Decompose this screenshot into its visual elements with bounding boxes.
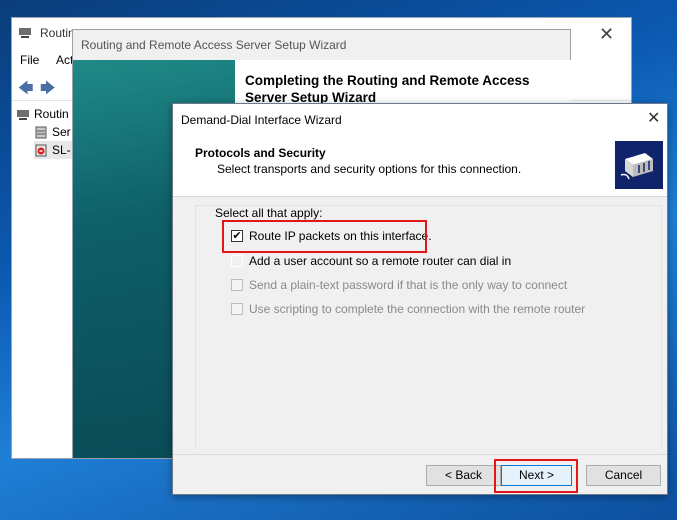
server-down-icon — [35, 144, 47, 156]
header-subtitle: Select transports and security options f… — [217, 162, 522, 176]
wizard-header: Protocols and Security Select transports… — [173, 134, 667, 197]
button-separator — [173, 454, 667, 455]
network-connector-icon — [615, 141, 663, 189]
option-add-user-account[interactable]: Add a user account so a remote router ca… — [231, 254, 511, 268]
demand-dial-wizard-dialog: Demand-Dial Interface Wizard ✕ Protocols… — [172, 103, 668, 495]
option-use-scripting: Use scripting to complete the connection… — [231, 302, 585, 316]
setup-wizard-headline: Completing the Routing and Remote Access… — [245, 73, 530, 105]
plain-text-password-checkbox — [231, 279, 243, 291]
close-icon[interactable]: ✕ — [599, 24, 614, 45]
highlight-box-route-ip — [222, 220, 427, 253]
console-tree: Routin Ser SL- — [12, 101, 72, 460]
highlight-box-next — [494, 459, 578, 493]
server-icon — [35, 126, 47, 138]
console-title: Routin — [40, 26, 75, 40]
router-icon — [17, 109, 29, 120]
back-button[interactable]: < Back — [426, 465, 501, 486]
cancel-button[interactable]: Cancel — [586, 465, 661, 486]
header-title: Protocols and Security — [195, 146, 326, 160]
menu-file[interactable]: File — [20, 53, 39, 67]
select-all-label: Select all that apply: — [215, 206, 323, 220]
use-scripting-checkbox — [231, 303, 243, 315]
menu-action[interactable]: Act — [56, 53, 73, 67]
tree-item-root[interactable]: Routin — [16, 105, 69, 123]
option-plain-text-password: Send a plain-text password if that is th… — [231, 278, 567, 292]
close-icon[interactable]: ✕ — [647, 108, 660, 128]
setup-wizard-title: Routing and Remote Access Server Setup W… — [81, 38, 347, 52]
tree-item-sl-server[interactable]: SL- — [34, 141, 72, 159]
back-arrow-icon[interactable]: 🡄 — [18, 78, 34, 103]
tree-item-server-status[interactable]: Ser — [34, 123, 71, 141]
dialog-title: Demand-Dial Interface Wizard — [181, 113, 342, 127]
router-icon — [19, 28, 31, 38]
add-user-checkbox[interactable] — [231, 255, 243, 267]
forward-arrow-icon[interactable]: 🡆 — [40, 78, 56, 103]
